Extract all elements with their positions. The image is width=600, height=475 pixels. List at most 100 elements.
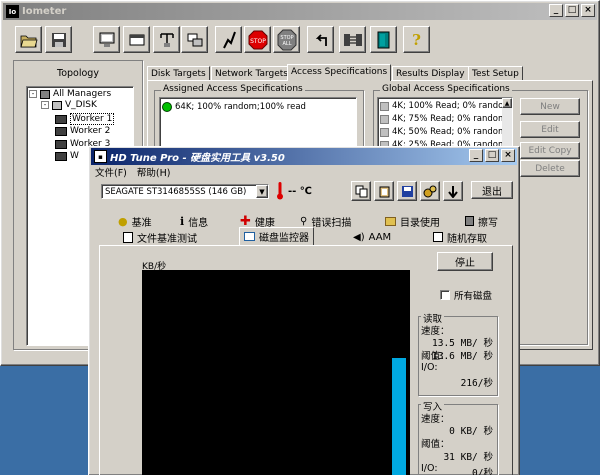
tab-results-display[interactable]: Results Display [392,66,469,81]
manager-icon[interactable] [123,26,150,53]
worker-icon [55,126,67,136]
tab-folder-usage[interactable]: 目录使用 [381,213,444,229]
tab-file-benchmark[interactable]: 文件基准测试 [119,229,201,245]
stop-button[interactable]: 停止 [437,252,493,271]
tab-disk-monitor[interactable]: 磁盘监控器 [239,227,314,245]
copy-icon[interactable] [351,181,371,201]
read-stats-group: 读取 速度： 13.5 MB/ 秒 阈值： 13.6 MB/ 秒 I/O: 21… [418,311,498,396]
exit-icon[interactable] [370,26,397,53]
write-io-value: 0/秒 [472,468,493,475]
tabs-row2: 文件基准测试 磁盘监控器 ◀) AAM 随机存取 [99,227,513,245]
tree-item-worker[interactable]: Worker 2 [55,126,110,136]
spec-icon [380,101,389,111]
menu-help[interactable]: 帮助(H) [137,165,171,179]
hdtune-window: ▪ HD Tune Pro - 硬盘实用工具 v3.50 _ □ × 文件(F)… [88,146,520,475]
stop-icon[interactable]: STOP [244,26,271,53]
hdtune-titlebar[interactable]: ▪ HD Tune Pro - 硬盘实用工具 v3.50 _ □ × [91,148,517,165]
all-disks-checkbox[interactable]: 所有磁盘 [440,288,492,302]
list-item[interactable]: 64K; 100% random;100% read [160,101,356,113]
disk-icon[interactable] [181,26,208,53]
iometer-titlebar[interactable]: Io Iometer _ □ × [3,3,597,20]
tab-network-targets[interactable]: Network Targets [211,66,292,81]
worker-icon[interactable] [153,26,180,53]
reset-icon[interactable] [307,26,334,53]
write-speed-value: 0 KB/ 秒 [449,426,493,437]
menu-bar: 文件(F) 帮助(H) [95,165,170,179]
tab-aam[interactable]: ◀) AAM [349,229,395,245]
edit-copy-button[interactable]: Edit Copy [520,142,580,159]
tab-benchmark[interactable]: ● 基准 [114,213,156,229]
menu-file[interactable]: 文件(F) [95,165,127,179]
read-speed-value: 13.5 MB/ 秒 [432,338,493,349]
checkbox-box[interactable] [440,290,450,300]
monitor-chart [142,270,410,475]
list-item[interactable]: 4K; 75% Read; 0% random [378,113,512,125]
close-button[interactable]: × [501,149,515,162]
spec-icon [380,114,389,124]
tree-item-worker[interactable]: Worker 1 [55,113,115,125]
read-io-value: 216/秒 [460,378,493,389]
random-access-icon [433,232,443,242]
hdtune-title: HD Tune Pro - 硬盘实用工具 v3.50 [110,153,285,164]
save-icon[interactable] [45,26,72,53]
iometer-logo-icon: Io [6,5,19,18]
svg-text:ALL: ALL [282,41,291,47]
options-icon[interactable] [420,181,440,201]
read-activity-bar [392,358,406,475]
write-peak-value: 31 KB/ 秒 [443,452,493,463]
new-button[interactable]: New [520,98,580,115]
computer-icon [52,100,62,110]
edit-button[interactable]: Edit [520,121,580,138]
monitor-icon [244,232,255,241]
tree-item-manager[interactable]: - V_DISK [41,100,97,110]
minimize-button[interactable]: _ [469,149,483,162]
stop-all-icon[interactable]: STOP ALL [273,26,300,53]
iometer-toolbar: STOP STOP ALL ? [15,26,430,56]
help-icon[interactable]: ? [403,26,430,53]
iometer-title: Iometer [22,6,67,17]
download-arrow-icon[interactable] [443,181,463,201]
trash-icon [465,216,474,226]
delete-button[interactable]: Delete [520,160,580,177]
tab-info[interactable]: i 信息 [176,213,212,229]
tab-random-access[interactable]: 随机存取 [429,229,491,245]
read-peak-value: 13.6 MB/ 秒 [432,351,493,362]
hdtune-app-icon: ▪ [94,150,107,163]
tab-access-specifications[interactable]: Access Specifications [287,64,392,81]
green-circle-icon [162,102,172,112]
tab-disk-targets[interactable]: Disk Targets [147,66,210,81]
display-icon[interactable] [93,26,120,53]
monitor-panel: KB/秒 停止 所有磁盘 读取 速度： 13.5 MB/ 秒 阈值： 13.6 … [99,245,513,475]
write-stats-group: 写入 速度： 0 KB/ 秒 阈值： 31 KB/ 秒 I/O: 0/秒 [418,399,498,475]
drive-select[interactable]: SEAGATE ST3146855SS (146 GB) ▼ [101,184,269,199]
list-item[interactable]: 4K; 100% Read; 0% random [378,100,512,112]
lightbulb-icon: ● [118,214,128,228]
minimize-button[interactable]: _ [549,4,563,17]
tree-item-worker[interactable]: W [55,151,79,161]
topology-label: Topology [57,68,99,79]
maximize-button[interactable]: □ [565,4,579,17]
close-button[interactable]: × [581,4,595,17]
list-item[interactable]: 4K; 50% Read; 0% random [378,126,512,138]
open-icon[interactable] [15,26,42,53]
worker-icon [55,151,67,161]
svg-text:STOP: STOP [250,38,266,45]
save-icon[interactable] [397,181,417,201]
clipboard-icon[interactable] [374,181,394,201]
worker-icon [55,139,67,149]
tab-test-setup[interactable]: Test Setup [468,66,523,81]
temperature-value: -- ℃ [288,186,312,197]
maximize-button[interactable]: □ [485,149,499,162]
info-icon: i [180,214,185,228]
start-icon[interactable] [215,26,242,53]
speaker-icon: ◀) [353,231,365,243]
file-icon [123,231,133,243]
chevron-down-icon[interactable]: ▼ [256,185,268,198]
exit-button[interactable]: 退出 [471,181,513,199]
network-icon[interactable] [339,26,366,53]
thermometer-icon [277,182,283,200]
spec-icon [380,127,389,137]
tab-erase[interactable]: 擦写 [461,213,502,229]
worker-icon [55,114,67,124]
tree-item-all-managers[interactable]: - All Managers [29,89,111,99]
